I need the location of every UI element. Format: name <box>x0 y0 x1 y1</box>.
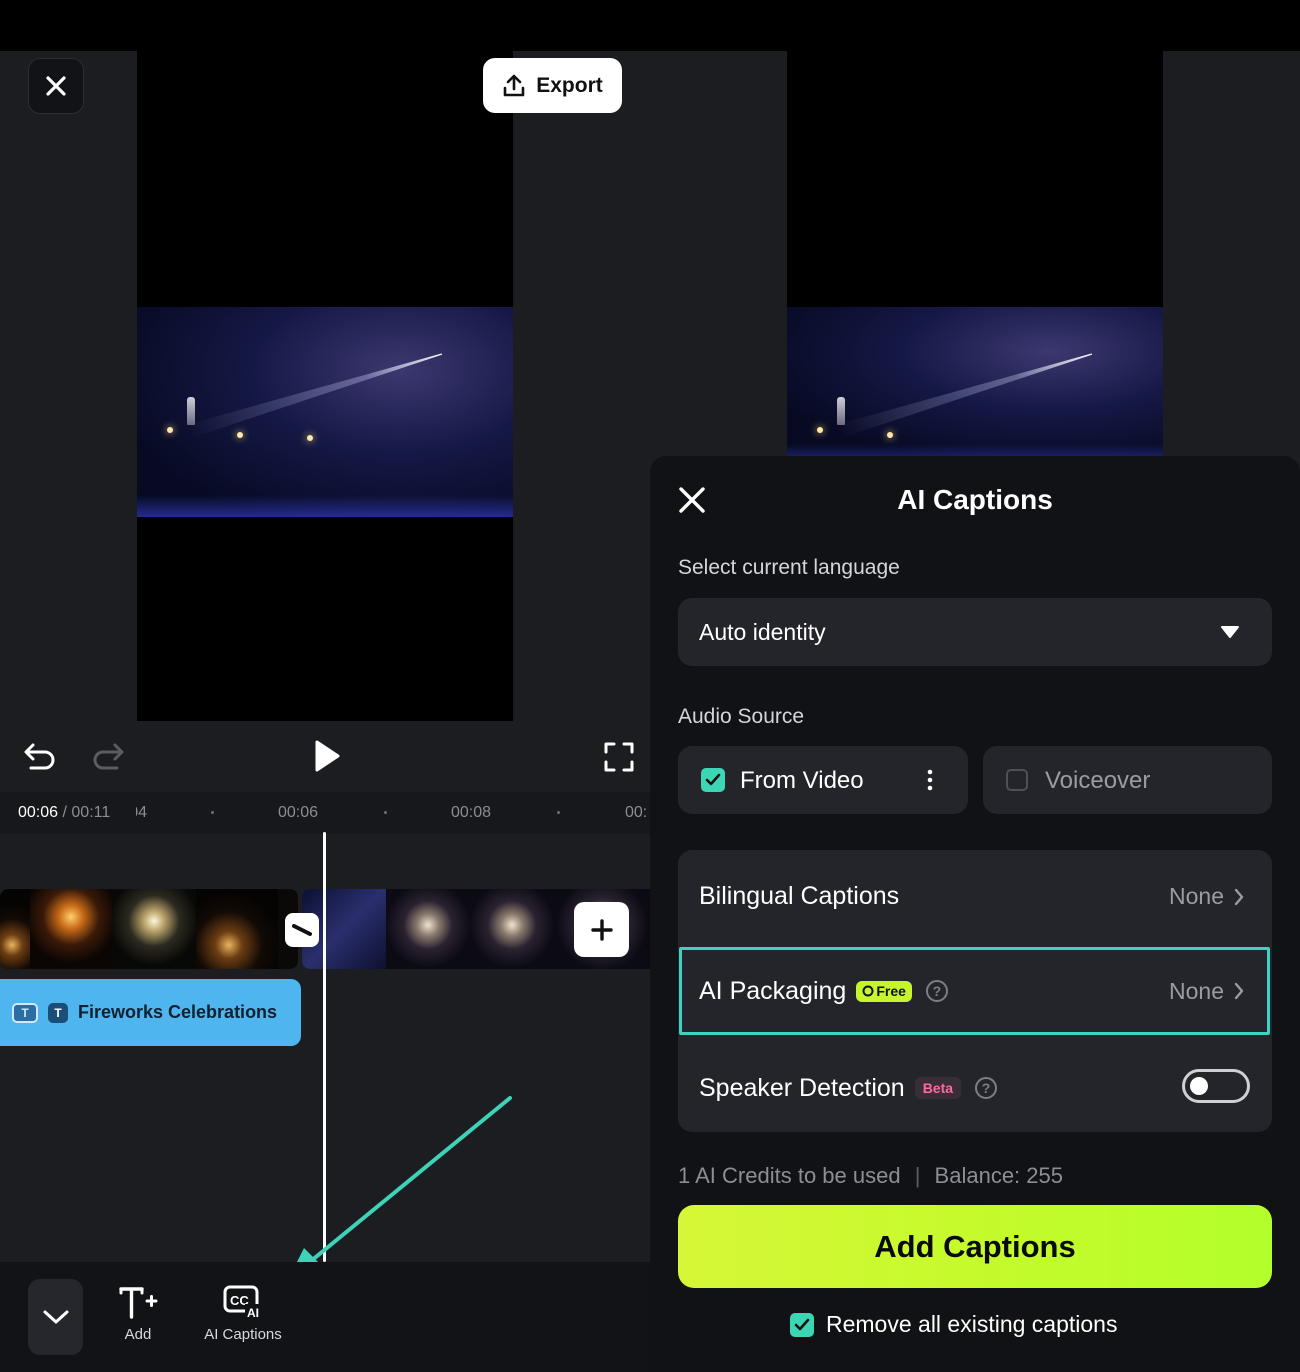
tool-label: AI Captions <box>204 1326 282 1343</box>
undo-icon <box>23 741 57 771</box>
more-options-icon[interactable] <box>926 768 934 792</box>
pointer-arrow-icon <box>280 1090 520 1290</box>
checkbox-unchecked[interactable] <box>1006 769 1028 791</box>
clip-thumbnail <box>30 889 112 969</box>
audio-source-voiceover[interactable]: Voiceover <box>983 746 1272 814</box>
bilingual-label: Bilingual Captions <box>699 882 899 911</box>
total-time: 00:11 <box>71 804 110 821</box>
close-icon <box>678 486 706 514</box>
undo-button[interactable] <box>20 737 60 775</box>
fullscreen-button[interactable] <box>600 738 638 776</box>
add-captions-button[interactable]: Add Captions <box>678 1205 1272 1288</box>
ruler-tick: 00:08 <box>451 804 491 822</box>
remove-existing-option[interactable]: Remove all existing captions <box>790 1311 1117 1338</box>
close-editor-button[interactable] <box>28 58 84 114</box>
ruler-tick: 00:06 <box>278 804 318 822</box>
help-icon[interactable]: ? <box>975 1077 997 1099</box>
export-label: Export <box>536 74 603 98</box>
dropdown-caret-icon <box>1220 625 1240 639</box>
time-separator: / <box>58 804 71 821</box>
checkbox-checked[interactable] <box>701 768 725 792</box>
bilingual-value-text: None <box>1169 883 1224 910</box>
cc-ai-icon: CC AI <box>223 1284 263 1320</box>
bilingual-captions-row[interactable]: Bilingual Captions None <box>678 850 1272 944</box>
upload-icon <box>502 74 526 98</box>
text-add-icon <box>118 1284 158 1320</box>
highlight-frame <box>679 947 1270 1035</box>
close-icon <box>45 75 67 97</box>
caption-track-icon: T <box>12 1003 38 1023</box>
video-frame <box>787 307 1163 456</box>
speaker-detection-toggle[interactable] <box>1182 1069 1250 1103</box>
speaker-detection-label: Speaker Detection <box>699 1074 905 1103</box>
slash-transition-icon <box>292 923 312 937</box>
beta-badge: Beta <box>915 1077 961 1099</box>
redo-icon <box>91 741 125 771</box>
play-button[interactable] <box>306 736 346 776</box>
ruler-tick: 00: <box>625 804 647 822</box>
play-icon <box>311 739 341 773</box>
text-icon: T <box>48 1003 68 1023</box>
clip-thumbnail <box>0 889 30 969</box>
svg-text:AI: AI <box>247 1306 259 1320</box>
balance-text: Balance: 255 <box>935 1163 1063 1188</box>
checkbox-checked[interactable] <box>790 1313 814 1337</box>
chevron-down-icon <box>42 1309 70 1325</box>
video-preview-secondary <box>787 51 1163 456</box>
text-track-clip[interactable]: T T Fireworks Celebrations <box>0 979 301 1046</box>
current-time: 00:06 <box>18 804 58 821</box>
chevron-right-icon <box>1234 888 1244 906</box>
check-icon <box>705 773 721 787</box>
export-button[interactable]: Export <box>483 58 622 113</box>
time-readout: 00:06 / 00:11 <box>18 804 110 822</box>
clip-thumbnail <box>112 889 196 969</box>
tool-ai-captions[interactable]: CC AI AI Captions <box>193 1284 293 1343</box>
timeline-ruler[interactable]: 00:06 / 00:11 04 00:06 00:08 00: <box>0 792 650 834</box>
audio-source-from-video[interactable]: From Video <box>678 746 968 814</box>
remove-existing-label: Remove all existing captions <box>826 1311 1117 1338</box>
fullscreen-icon <box>603 741 635 773</box>
panel-title: AI Captions <box>650 484 1300 516</box>
audio-source-label-video: From Video <box>740 767 864 795</box>
clip-thumbnail <box>196 889 278 969</box>
tool-label: Add <box>125 1326 152 1343</box>
collapse-toolbar-button[interactable] <box>28 1279 83 1355</box>
plus-icon <box>590 918 614 942</box>
redo-button[interactable] <box>88 737 128 775</box>
tool-add-text[interactable]: Add <box>108 1284 168 1343</box>
status-bar <box>0 0 1300 51</box>
close-panel-button[interactable] <box>676 484 708 516</box>
language-value: Auto identity <box>699 619 826 646</box>
add-clip-button[interactable] <box>574 902 629 957</box>
clip-thumbnail <box>470 889 554 969</box>
audio-source-label: Audio Source <box>678 705 804 729</box>
clip-thumbnail <box>386 889 470 969</box>
toggle-knob <box>1190 1077 1208 1095</box>
video-frame <box>137 307 513 517</box>
language-label: Select current language <box>678 556 900 580</box>
ruler-tick: 04 <box>136 804 147 822</box>
video-preview[interactable] <box>137 51 513 721</box>
video-clip-fireworks[interactable] <box>0 889 298 969</box>
text-track-label: Fireworks Celebrations <box>78 1002 277 1023</box>
check-icon <box>794 1318 810 1332</box>
credits-text: 1 AI Credits to be used <box>678 1163 901 1188</box>
transition-button[interactable] <box>285 913 319 947</box>
audio-source-label-voiceover: Voiceover <box>1045 767 1150 795</box>
credits-info: 1 AI Credits to be used | Balance: 255 <box>678 1163 1063 1189</box>
bilingual-value: None <box>1169 883 1244 910</box>
language-select[interactable]: Auto identity <box>678 598 1272 666</box>
bottom-toolbar <box>0 1262 650 1372</box>
